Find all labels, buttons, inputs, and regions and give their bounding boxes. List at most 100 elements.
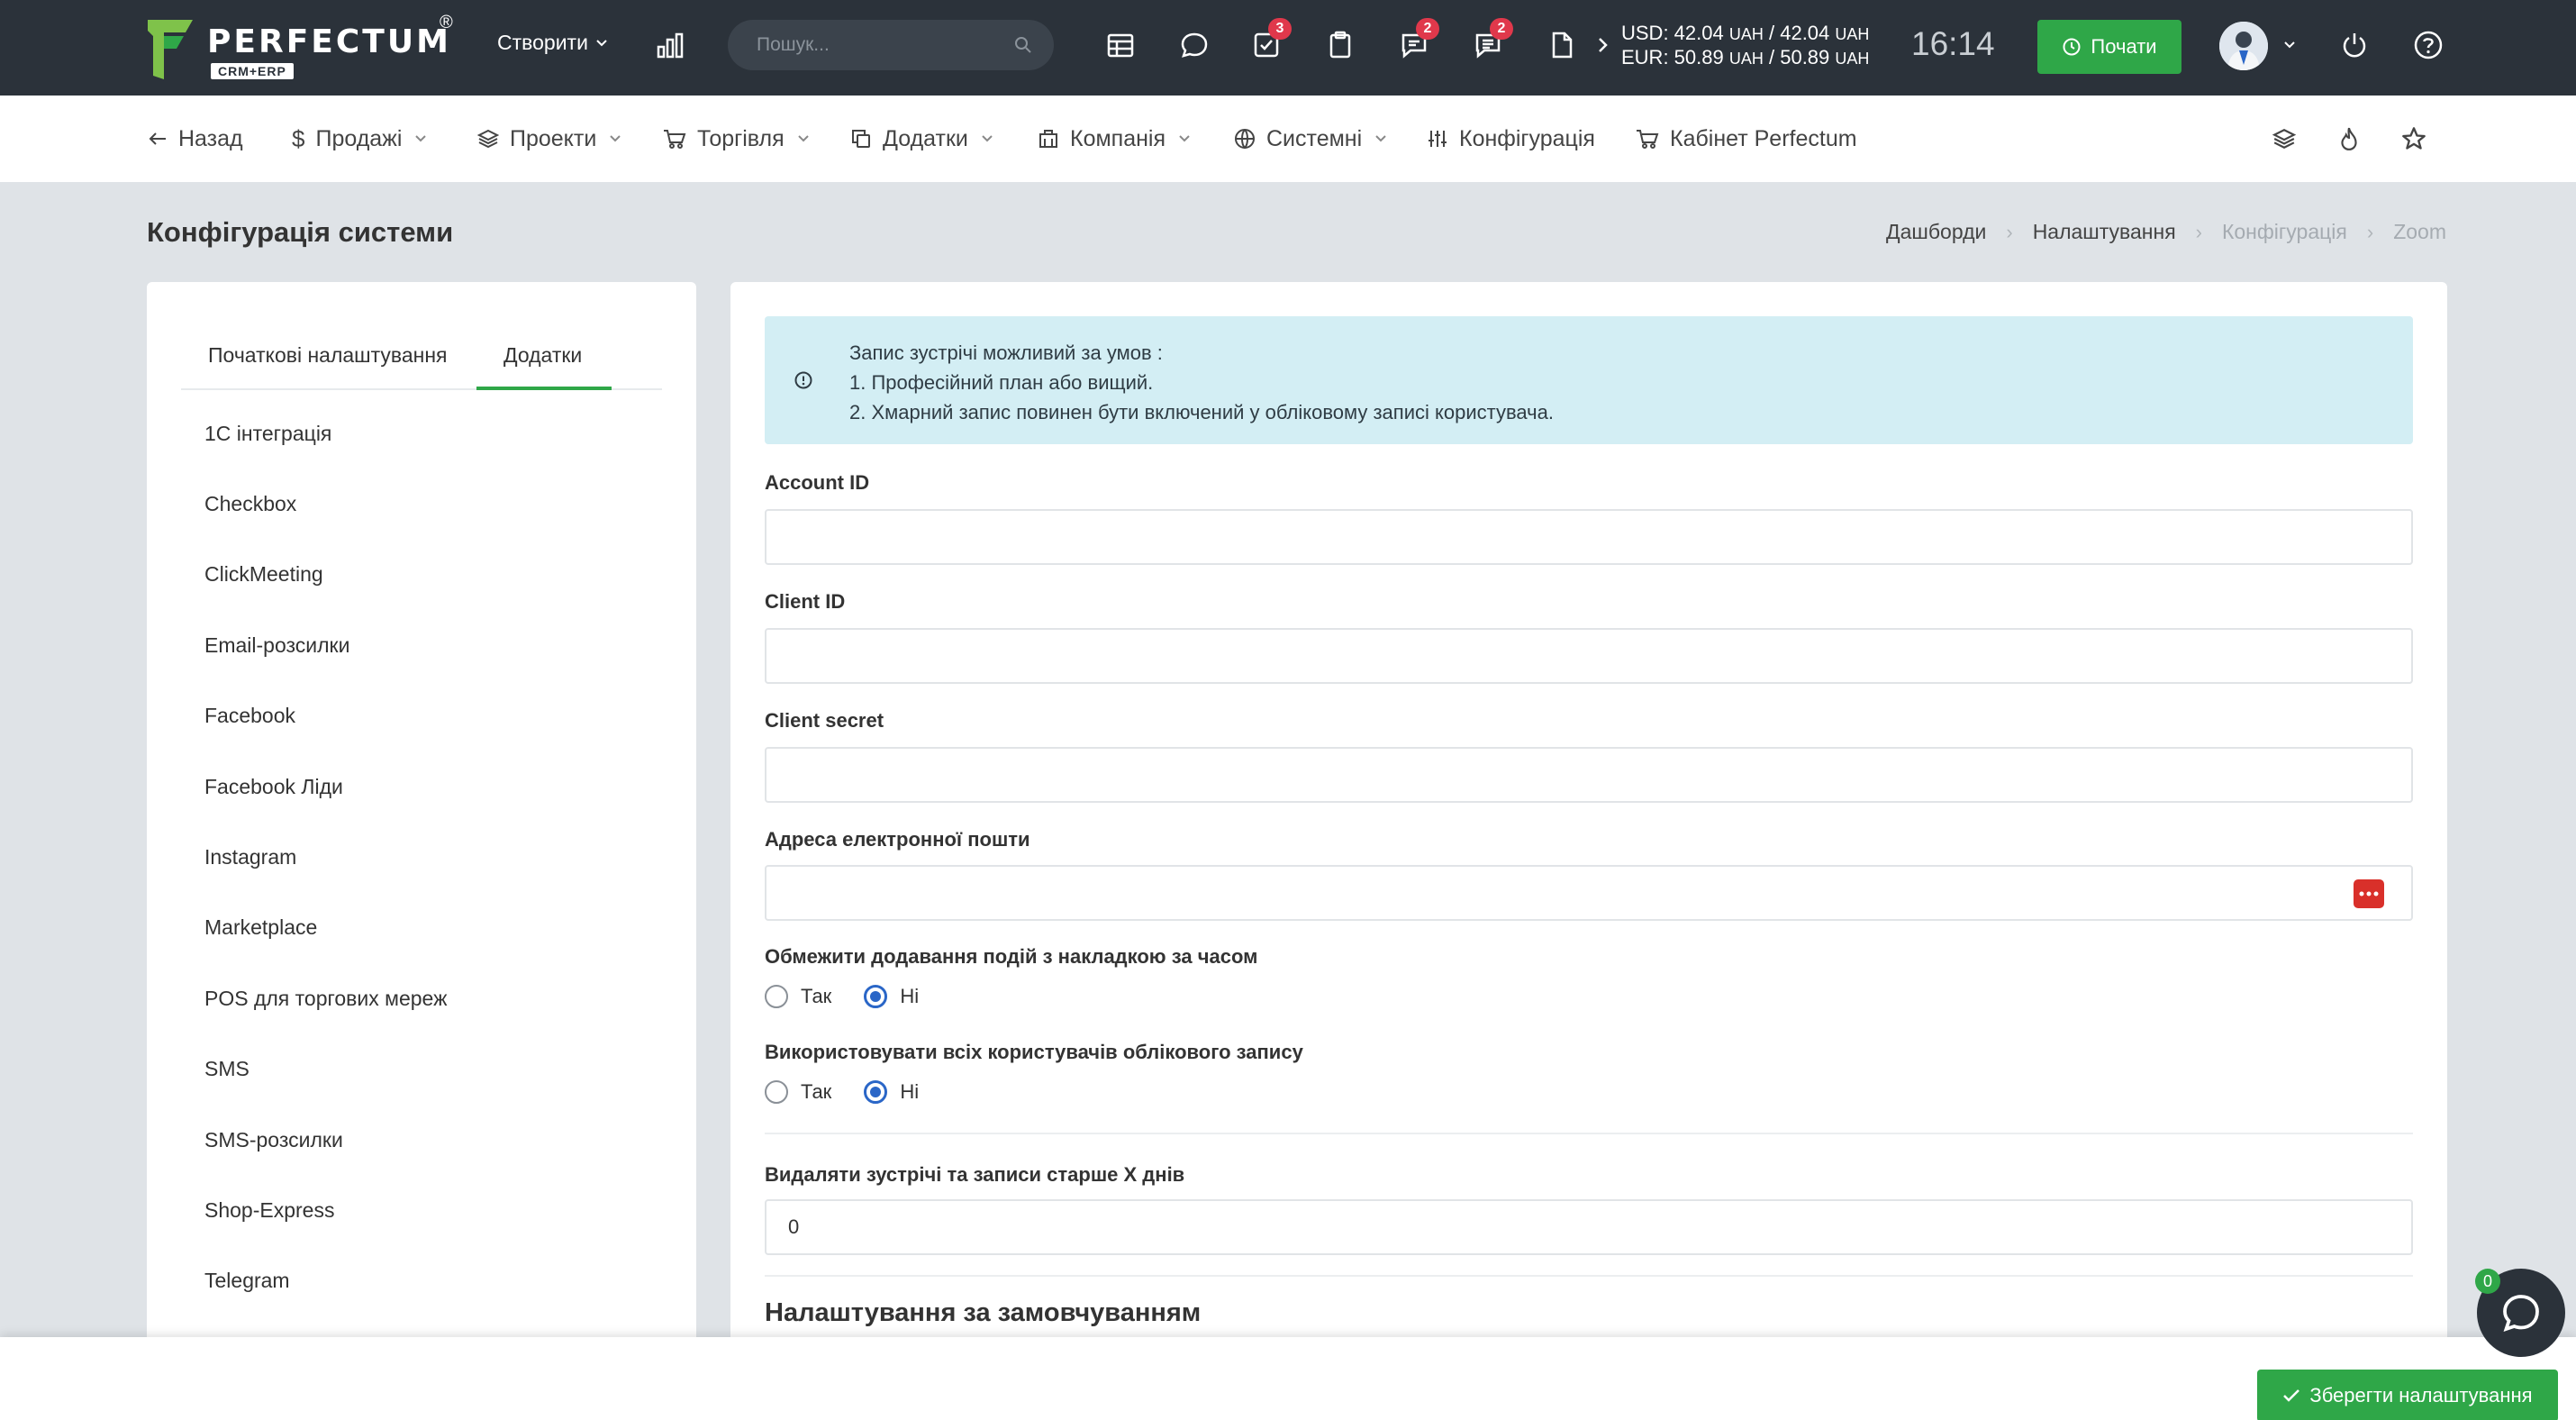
tab-initial-settings[interactable]: Початкові налаштування <box>208 343 448 368</box>
search-box[interactable] <box>728 20 1054 70</box>
limit-overlap-yes-radio[interactable] <box>765 985 788 1008</box>
top-navbar: PERFECTUM ® CRM+ERP Створити 3 2 2 U <box>0 0 2576 96</box>
hot-button[interactable] <box>2333 123 2365 155</box>
user-avatar-icon <box>2219 22 2268 70</box>
sidebar-item-marketplace[interactable]: Marketplace <box>204 915 317 940</box>
perfectum-logo[interactable]: PERFECTUM ® CRM+ERP <box>144 13 459 83</box>
tasks-badge: 3 <box>1268 18 1292 40</box>
use-all-users-no-label[interactable]: Ні <box>900 1080 919 1104</box>
limit-overlap-no-label[interactable]: Ні <box>900 985 919 1008</box>
power-icon <box>2343 33 2366 58</box>
tasks-button[interactable]: 3 <box>1248 18 1292 63</box>
sidebar-item-sms-mailing[interactable]: SMS-розсилки <box>204 1128 343 1152</box>
tab-addons[interactable]: Додатки <box>503 343 582 368</box>
create-dropdown[interactable]: Створити <box>497 31 608 55</box>
sidebar-item-checkbox[interactable]: Checkbox <box>204 492 296 516</box>
menu-trade[interactable]: Торгівля <box>663 124 810 153</box>
limit-overlap-yes-label[interactable]: Так <box>801 985 831 1008</box>
calendar-icon <box>1107 33 1134 58</box>
avatar[interactable] <box>2219 22 2268 70</box>
sidebar-item-email[interactable]: Email-розсилки <box>204 633 349 658</box>
account-id-field[interactable] <box>765 509 2413 565</box>
menu-config-label: Конфігурація <box>1459 125 1595 151</box>
menu-system[interactable]: Системні <box>1234 124 1387 153</box>
sidebar-item-1c[interactable]: 1С інтеграція <box>204 422 331 446</box>
delete-older-label: Видаляти зустрічі та записи старше X дні… <box>765 1163 1185 1186</box>
sidebar-item-facebook[interactable]: Facebook <box>204 704 295 728</box>
use-all-users-yes-label[interactable]: Так <box>801 1080 831 1104</box>
start-timer-button[interactable]: Почати <box>2037 20 2181 74</box>
document-icon <box>1552 32 1573 59</box>
sidebar-item-sms[interactable]: SMS <box>204 1057 249 1081</box>
menu-cabinet[interactable]: Кабінет Perfectum <box>1636 124 1857 153</box>
menu-back[interactable]: Назад <box>148 124 243 153</box>
chevron-down-icon <box>2284 41 2295 49</box>
logo-mark-icon <box>148 20 193 79</box>
search-input[interactable] <box>728 20 1054 70</box>
favorites-button[interactable] <box>2398 123 2430 155</box>
messages-button[interactable]: 2 <box>1396 18 1439 63</box>
email-field[interactable] <box>766 867 2411 919</box>
rates-toggle[interactable] <box>1583 27 1623 63</box>
delete-older-days-field[interactable] <box>765 1199 2413 1255</box>
chat-button[interactable] <box>1176 27 1212 63</box>
menu-company[interactable]: Компанія <box>1038 124 1191 153</box>
sidebar-item-instagram[interactable]: Instagram <box>204 845 296 869</box>
use-all-users-yes-radio[interactable] <box>765 1080 788 1104</box>
logout-button[interactable] <box>2336 27 2372 63</box>
breadcrumb-separator-icon: › <box>2366 220 2374 243</box>
divider <box>765 1133 2413 1134</box>
alert-line-1: Запис зустрічі можливий за умов : <box>849 341 1163 364</box>
menu-projects[interactable]: Проекти <box>477 124 621 153</box>
breadcrumb-config[interactable]: Конфігурація <box>2222 220 2347 244</box>
analytics-button[interactable] <box>652 27 688 63</box>
sidebar-item-facebook-leads[interactable]: Facebook Ліди <box>204 775 343 799</box>
help-button[interactable] <box>2410 27 2446 63</box>
use-all-users-label: Використовувати всіх користувачів обліко… <box>765 1041 1303 1063</box>
chevron-down-icon <box>982 135 993 142</box>
menu-config[interactable]: Конфігурація <box>1427 124 1595 153</box>
menu-addons-label: Додатки <box>883 125 968 151</box>
sliders-icon <box>1429 131 1447 147</box>
search-icon[interactable] <box>1014 36 1032 54</box>
menu-sales-label: Продажі <box>315 125 403 151</box>
save-settings-button[interactable]: Зберегти налаштування <box>2257 1370 2558 1420</box>
client-secret-label: Client secret <box>765 709 884 732</box>
client-id-field[interactable] <box>765 628 2413 684</box>
password-manager-button[interactable] <box>2354 879 2384 908</box>
client-secret-field[interactable] <box>765 747 2413 803</box>
alert-line-3: 2. Хмарний запис повинен бути включений … <box>849 401 1554 423</box>
chevron-right-icon <box>1599 38 1608 52</box>
cart-icon <box>664 130 686 149</box>
chevron-down-icon <box>610 135 621 142</box>
breadcrumb-separator-icon: › <box>2195 220 2202 243</box>
sidebar-item-clickmeeting[interactable]: ClickMeeting <box>204 562 323 587</box>
help-circle-icon <box>2414 31 2443 59</box>
user-menu-toggle[interactable] <box>2277 27 2302 63</box>
chat-bubble-icon <box>1181 32 1208 58</box>
sidebar-item-pos[interactable]: POS для торгових мереж <box>204 987 447 1011</box>
layers-icon <box>2272 129 2296 149</box>
sidebar-item-shop-express[interactable]: Shop-Express <box>204 1198 334 1223</box>
limit-overlap-no-radio[interactable] <box>864 985 888 1008</box>
layers-button[interactable] <box>2268 123 2300 155</box>
page-title: Конфігурація системи <box>147 216 454 248</box>
messages-badge: 2 <box>1416 18 1439 40</box>
sidebar-item-telegram[interactable]: Telegram <box>204 1269 290 1293</box>
config-tabs: Початкові налаштування Додатки <box>181 329 662 390</box>
flame-icon <box>2341 127 2357 150</box>
comments-button[interactable]: 2 <box>1470 18 1513 63</box>
calendar-button[interactable] <box>1102 27 1138 63</box>
breadcrumb-settings[interactable]: Налаштування <box>2033 220 2176 244</box>
chevron-down-icon <box>1375 135 1386 142</box>
menu-addons[interactable]: Додатки <box>850 124 993 153</box>
defaults-section-title: Налаштування за замовчуванням <box>765 1298 1202 1327</box>
menu-sales[interactable]: $ Продажі <box>292 124 427 153</box>
use-all-users-no-radio[interactable] <box>864 1080 888 1104</box>
documents-button[interactable] <box>1544 27 1580 63</box>
dollar-icon: $ <box>292 124 305 152</box>
clipboard-button[interactable] <box>1322 27 1358 63</box>
use-all-users-radio-group: Так Ні <box>765 1080 919 1104</box>
copy-icon <box>852 130 870 148</box>
breadcrumb-dashboards[interactable]: Дашборди <box>1886 220 1986 244</box>
